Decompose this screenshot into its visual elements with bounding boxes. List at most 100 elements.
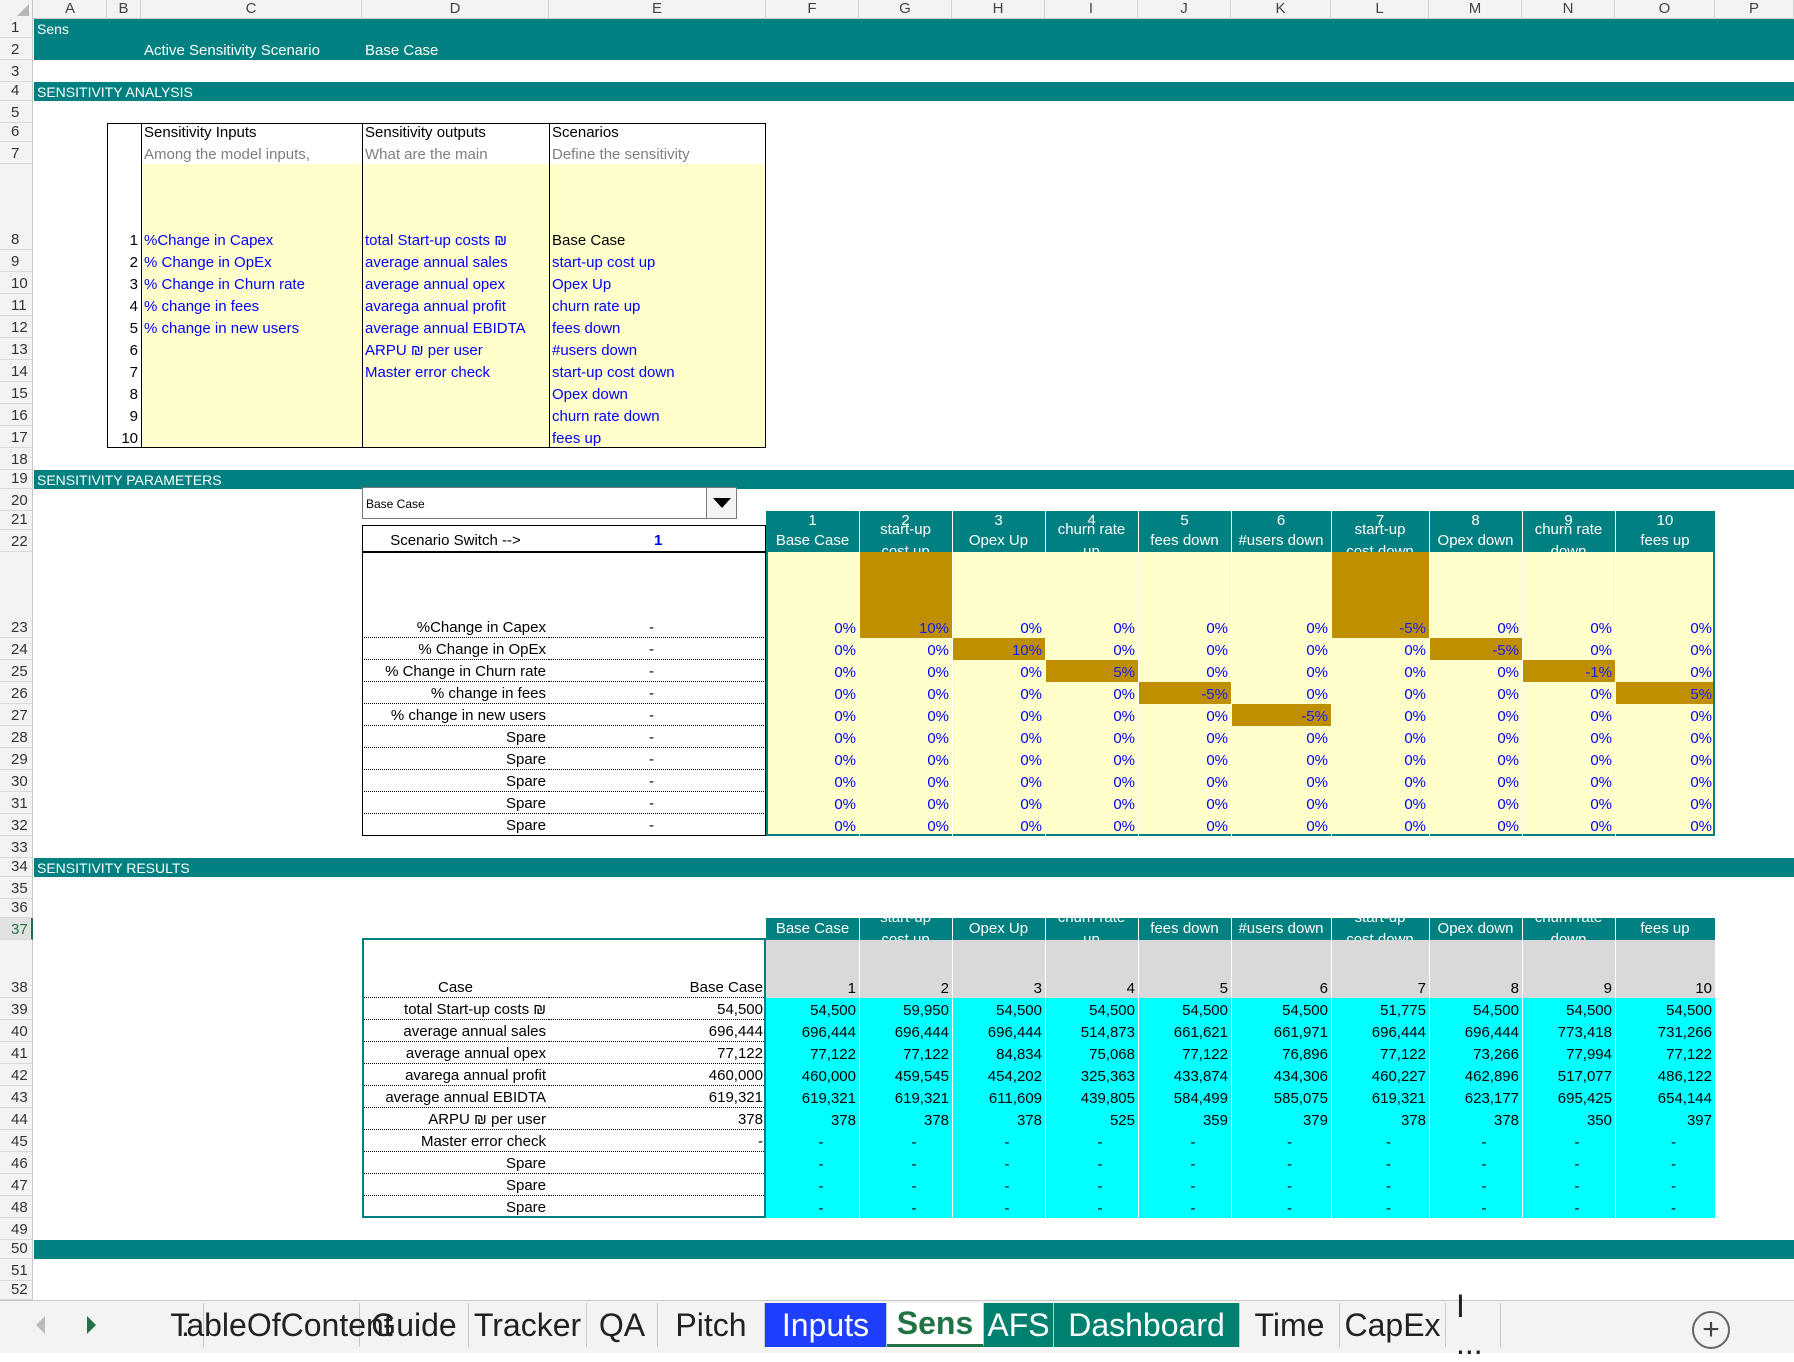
active-scenario-value[interactable]: Base Case [362, 38, 549, 60]
result-value[interactable]: 76,896 [1231, 1042, 1331, 1064]
column-header-J[interactable]: J [1138, 0, 1231, 19]
result-value[interactable]: 77,122 [859, 1042, 952, 1064]
result-value[interactable]: - [952, 1196, 1045, 1218]
row-header-13[interactable]: 13 [0, 338, 33, 360]
row-header-26[interactable]: 26 [0, 682, 33, 704]
row-header-22[interactable]: 22 [0, 530, 33, 552]
row-header-41[interactable]: 41 [0, 1042, 33, 1064]
result-value[interactable]: - [1615, 1196, 1715, 1218]
row-header-10[interactable]: 10 [0, 272, 33, 294]
result-value[interactable]: 486,122 [1615, 1064, 1715, 1086]
results-case-number[interactable]: 2 [859, 940, 952, 998]
result-value[interactable]: - [952, 1130, 1045, 1152]
results-case-number[interactable]: 6 [1231, 940, 1331, 998]
result-value[interactable]: 439,805 [1045, 1086, 1138, 1108]
row-header-52[interactable]: 52 [0, 1281, 33, 1300]
input-number[interactable]: 5 [107, 316, 141, 338]
result-value[interactable]: 623,177 [1429, 1086, 1522, 1108]
row-header-30[interactable]: 30 [0, 770, 33, 792]
result-value[interactable]: - [766, 1130, 859, 1152]
sensitivity-output-item[interactable]: avarega annual profit [362, 294, 549, 316]
result-value[interactable]: 462,896 [1429, 1064, 1522, 1086]
result-value[interactable]: - [1615, 1130, 1715, 1152]
result-value[interactable]: 378 [1331, 1108, 1429, 1130]
scenario-switch-value[interactable]: 1 [549, 530, 766, 552]
sensitivity-output-item[interactable]: total Start-up costs ₪ [362, 164, 549, 250]
result-value[interactable]: - [1522, 1130, 1615, 1152]
scenario-item[interactable]: start-up cost up [549, 250, 766, 272]
row-header-49[interactable]: 49 [0, 1218, 33, 1240]
column-header-P[interactable]: P [1715, 0, 1794, 19]
column-header-G[interactable]: G [859, 0, 952, 19]
result-value[interactable]: 696,444 [766, 1020, 859, 1042]
row-header-27[interactable]: 27 [0, 704, 33, 726]
input-number[interactable]: 7 [107, 360, 141, 382]
result-value[interactable]: - [1045, 1174, 1138, 1196]
column-header-I[interactable]: I [1045, 0, 1138, 19]
result-value[interactable]: - [859, 1174, 952, 1196]
result-value[interactable]: 54,500 [1522, 998, 1615, 1020]
row-header-15[interactable]: 15 [0, 382, 33, 404]
result-value[interactable]: 611,609 [952, 1086, 1045, 1108]
result-value[interactable]: 77,122 [1331, 1042, 1429, 1064]
scroll-right-icon[interactable] [87, 1316, 96, 1334]
row-header-51[interactable]: 51 [0, 1259, 33, 1281]
result-value[interactable]: 517,077 [1522, 1064, 1615, 1086]
result-value[interactable]: 75,068 [1045, 1042, 1138, 1064]
row-header-32[interactable]: 32 [0, 814, 33, 836]
result-value[interactable]: 54,500 [1045, 998, 1138, 1020]
result-value[interactable]: 585,075 [1231, 1086, 1331, 1108]
result-value[interactable]: 77,122 [766, 1042, 859, 1064]
result-value[interactable]: - [766, 1174, 859, 1196]
sensitivity-input-item[interactable]: % Change in Churn rate [141, 272, 362, 294]
sheet-tab-afs[interactable]: AFS [984, 1303, 1054, 1347]
result-value[interactable]: - [1045, 1152, 1138, 1174]
row-header-24[interactable]: 24 [0, 638, 33, 660]
row-header-6[interactable]: 6 [0, 123, 33, 142]
result-value[interactable]: 433,874 [1138, 1064, 1231, 1086]
column-header-L[interactable]: L [1331, 0, 1429, 19]
input-number[interactable]: 1 [107, 164, 141, 250]
input-number[interactable]: 3 [107, 272, 141, 294]
row-header-37[interactable]: 37 [0, 918, 33, 940]
result-value[interactable]: 359 [1138, 1108, 1231, 1130]
column-header-B[interactable]: B [107, 0, 141, 19]
results-case-number[interactable]: 1 [766, 940, 859, 998]
result-value[interactable]: 434,306 [1231, 1064, 1331, 1086]
column-header-M[interactable]: M [1429, 0, 1522, 19]
row-header-17[interactable]: 17 [0, 426, 33, 448]
column-header-A[interactable]: A [34, 0, 107, 19]
row-header-8[interactable]: 8 [0, 164, 33, 250]
scenario-switch-label[interactable]: Scenario Switch --> [362, 530, 549, 552]
result-value[interactable]: 696,444 [859, 1020, 952, 1042]
row-header-36[interactable]: 36 [0, 899, 33, 918]
result-value[interactable]: 84,834 [952, 1042, 1045, 1064]
column-header-D[interactable]: D [362, 0, 549, 19]
spreadsheet-grid[interactable]: ABCDEFGHIJKLMNOP 1 2 3 4 5 6 7 8 9 10 11 12 13 14 15 16… [0, 0, 1794, 1300]
result-value[interactable]: - [859, 1152, 952, 1174]
row-header-35[interactable]: 35 [0, 877, 33, 899]
result-value[interactable]: - [1522, 1196, 1615, 1218]
result-value[interactable]: - [1331, 1196, 1429, 1218]
sheet-tab-capex[interactable]: CapEx [1340, 1303, 1446, 1347]
add-sheet-icon[interactable]: + [1692, 1311, 1730, 1349]
row-header-40[interactable]: 40 [0, 1020, 33, 1042]
row-header-50[interactable]: 50 [0, 1240, 33, 1259]
result-value[interactable]: 661,971 [1231, 1020, 1331, 1042]
result-value[interactable]: - [1615, 1174, 1715, 1196]
row-header-28[interactable]: 28 [0, 726, 33, 748]
result-value[interactable]: - [1429, 1130, 1522, 1152]
result-value[interactable]: - [1615, 1152, 1715, 1174]
sheet-tab-sens[interactable]: Sens [887, 1303, 984, 1347]
sheet-tab-tableofcontent[interactable]: TableOfContent [170, 1303, 393, 1347]
result-value[interactable]: 54,500 [1615, 998, 1715, 1020]
scenario-dropdown[interactable]: Base Case [362, 487, 737, 519]
result-value[interactable]: 77,122 [1615, 1042, 1715, 1064]
result-value[interactable]: 77,994 [1522, 1042, 1615, 1064]
row-header-11[interactable]: 11 [0, 294, 33, 316]
column-header-E[interactable]: E [549, 0, 766, 19]
results-case-number[interactable]: 5 [1138, 940, 1231, 998]
scenario-item[interactable]: #users down [549, 338, 766, 360]
scenario-item[interactable]: Opex Up [549, 272, 766, 294]
result-value[interactable]: - [1045, 1130, 1138, 1152]
